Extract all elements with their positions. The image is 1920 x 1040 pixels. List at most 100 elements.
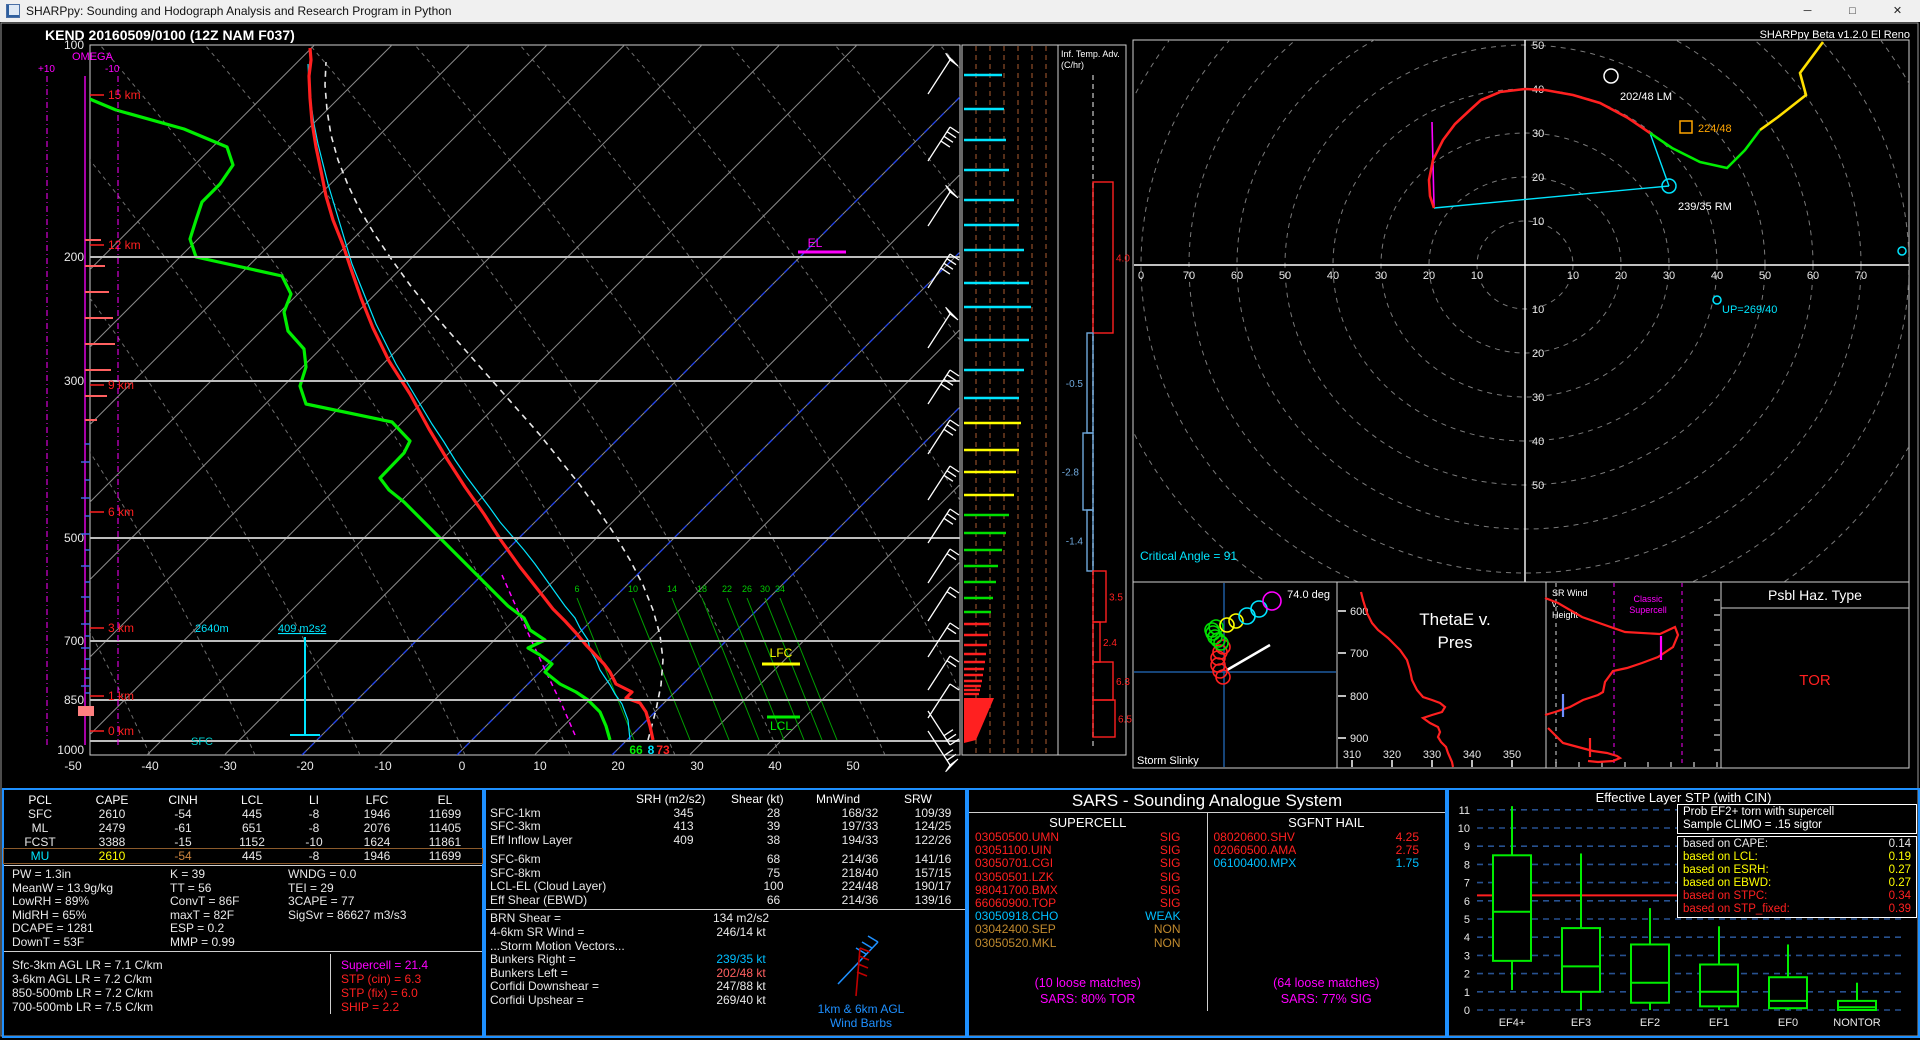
classic-supercell-label: Classic (1633, 594, 1663, 604)
sars-match-quality: SIG (1160, 857, 1181, 870)
hodo-axis-label: 50 (1279, 270, 1291, 282)
hodo-axis-label: 30 (1532, 392, 1544, 404)
kinematics-table: SFC-1km34528168/32109/39SFC-3km41339197/… (486, 807, 965, 908)
prob-row: based on ESRH: 0.27 (1683, 864, 1911, 877)
hodo-axis-label: 30 (1375, 270, 1387, 282)
sars-match-name: 03050520.MKL (975, 937, 1056, 950)
sars-match-name: 03042400.SEP (975, 923, 1056, 936)
prob-value: 0.27 (1889, 864, 1911, 877)
lfc-marker: LFC (770, 646, 793, 660)
adv-value: -1.4 (1066, 537, 1084, 548)
kinematics-row: Eff Inflow Layer40938194/33122/26 (486, 834, 965, 848)
sars-match-row: 06100400.MPX 1.75 (1208, 857, 1446, 870)
prob-label: based on LCL: (1683, 851, 1758, 864)
kin-col-header: Shear (kt) (731, 793, 816, 807)
parcel-col-header: LCL (218, 793, 286, 807)
sars-match-quality: NON (1154, 923, 1181, 936)
hodo-axis-label: 60 (1807, 270, 1819, 282)
surface-value: 8 (648, 743, 655, 757)
adv-value: 3.5 (1109, 593, 1123, 604)
sars-match-row: 03050501.LZK SIG (969, 871, 1207, 884)
pressure-label: 1000 (57, 743, 84, 757)
sars-column-header: SGFNT HAIL (1208, 815, 1446, 831)
indices-column: PW = 1.3inMeanW = 13.9g/kgLowRH = 89%Mid… (12, 868, 170, 949)
pressure-label: 300 (64, 374, 84, 388)
svg-text:(C/hr): (C/hr) (1061, 60, 1084, 70)
sars-match-quality: NON (1154, 937, 1181, 950)
srwind-title: SR Wind (1552, 588, 1588, 598)
hodo-marker-label: 202/48 LM (1620, 91, 1672, 103)
prob-label: based on CAPE: (1683, 838, 1768, 851)
sars-match-name: 06100400.MPX (1214, 857, 1297, 870)
svg-text:800: 800 (1350, 691, 1368, 703)
sars-match-quality: SIG (1160, 871, 1181, 884)
svg-text:320: 320 (1383, 749, 1401, 761)
pressure-label: 850 (64, 693, 84, 707)
svg-text:330: 330 (1423, 749, 1441, 761)
svg-text:10: 10 (628, 584, 638, 594)
svg-text:26: 26 (742, 584, 752, 594)
hodo-axis-label: 70 (1855, 270, 1867, 282)
pressure-label: 500 (64, 531, 84, 545)
adv-value: -0.5 (1066, 379, 1084, 390)
sars-hail-column: SGFNT HAIL08020600.SHV4.2502060500.AMA2.… (1208, 813, 1446, 1011)
hodo-marker-label: 239/35 RM (1678, 201, 1732, 213)
temp-axis-label: 10 (533, 759, 547, 773)
parcel-col-header: CINH (148, 793, 218, 807)
sars-loose-matches: (64 loose matches) (1208, 976, 1446, 991)
hodo-axis-label: 40 (1327, 270, 1339, 282)
eff-inflow-srh: 409 m2s2 (278, 623, 326, 635)
stp-title: Effective Layer STP (with CIN) (1449, 790, 1918, 805)
omega-label: OMEGA (72, 51, 114, 63)
parcel-stats-panel: PCLCAPECINHLCLLILFCEL SFC2610-54445-8194… (2, 788, 484, 1038)
parcel-col-header: EL (412, 793, 478, 807)
prob-row: based on STP_fixed:0.39 (1683, 903, 1911, 916)
composite-row: STP (fix) = 6.0 (341, 986, 428, 1000)
prob-label: based on ESRH: (1683, 864, 1769, 877)
prob-row: based on EBWD:0.27 (1683, 877, 1911, 890)
sars-supercell-column: SUPERCELL03050500.UMNSIG03051100.UINSIG0… (969, 813, 1208, 1011)
adv-value: 4.0 (1116, 254, 1130, 265)
hodo-axis-label: 30 (1532, 128, 1544, 140)
svg-text:900: 900 (1350, 733, 1368, 745)
temp-axis-label: 0 (459, 759, 466, 773)
prob-value: 0.39 (1889, 903, 1911, 916)
wind-barb-caption: 1km & 6km AGLWind Barbs (786, 1002, 936, 1030)
sars-match-name: 03050501.LZK (975, 871, 1054, 884)
kinematics-row: LCL-EL (Cloud Layer)100224/48190/17 (486, 880, 965, 894)
sars-panel: SARS - Sounding Analogue System SUPERCEL… (967, 788, 1447, 1038)
hodo-axis-label: 40 (1711, 270, 1723, 282)
kin-col-header: MnWind (816, 793, 904, 807)
height-label: 1 km (108, 689, 134, 703)
adv-value: 6.5 (1118, 715, 1132, 726)
sars-loose-matches: (10 loose matches) (969, 976, 1207, 991)
parcel-col-header: LFC (342, 793, 412, 807)
svg-text:14: 14 (667, 584, 677, 594)
svg-text:30: 30 (760, 584, 770, 594)
lapse-rate-row: Sfc-3km AGL LR = 7.1 C/km (12, 958, 330, 972)
parcel-row: FCST3388-151152-10162411861 (4, 835, 482, 849)
sharppy-window: SHARPpy: Sounding and Hodograph Analysis… (0, 0, 1920, 1040)
svg-text:+10: +10 (38, 64, 55, 75)
hodo-axis-label: 50 (1532, 40, 1544, 52)
hodo-axis-label: 10 (1532, 304, 1544, 316)
hodo-axis-label: 10 (1532, 216, 1544, 228)
prob-value: 0.14 (1889, 838, 1911, 851)
composite-row: Supercell = 21.4 (341, 958, 428, 972)
sars-match-row: 03050701.CGISIG (969, 857, 1207, 870)
kin-col-header: SRW (904, 793, 962, 807)
prob-line2: Sample CLIMO = .15 sigtor (1683, 819, 1911, 832)
indices-column: WNDG = 0.0TEI = 293CAPE = 77SigSvr = 866… (288, 868, 474, 949)
parcel-col-header: PCL (4, 793, 76, 807)
svg-text:6: 6 (574, 584, 579, 594)
critical-angle-label: Critical Angle = 91 (1140, 549, 1237, 563)
parcel-row: SFC2610-54445-8194611699 (4, 807, 482, 821)
temp-axis-label: 20 (611, 759, 625, 773)
height-label: 3 km (108, 621, 134, 635)
kinematics-row: SFC-3km41339197/33124/25 (486, 820, 965, 834)
eff-inflow-height: 2640m (195, 623, 229, 635)
sars-match-quality: 1.75 (1396, 857, 1419, 870)
prob-row: based on CAPE: 0.14 (1683, 838, 1911, 851)
svg-text:Pres: Pres (1438, 633, 1473, 652)
hodo-axis-label: 20 (1423, 270, 1435, 282)
